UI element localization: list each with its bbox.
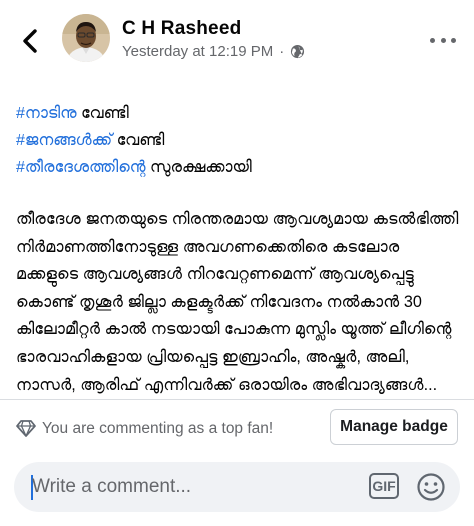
more-dot (440, 37, 446, 43)
globe-icon[interactable] (290, 44, 305, 59)
smiley-icon[interactable] (416, 472, 446, 502)
more-dot (430, 37, 435, 43)
profile-photo (62, 14, 110, 62)
hashtag-line: #ജനങ്ങൾക്ക് വേണ്ടി (16, 127, 462, 154)
top-fan-row: You are commenting as a top fan! Manage … (0, 400, 474, 456)
post-header: C H Rasheed Yesterday at 12:19 PM · (0, 0, 474, 80)
gif-button[interactable]: GIF (369, 473, 399, 499)
diamond-badge-icon (16, 420, 36, 437)
meta-separator: · (279, 43, 285, 60)
comment-input[interactable] (28, 462, 352, 512)
more-options-icon[interactable] (430, 30, 456, 50)
post-meta: Yesterday at 12:19 PM · (122, 43, 305, 60)
hashtag-block: #നാടിനു വേണ്ടി #ജനങ്ങൾക്ക് വേണ്ടി #തീരദേ… (16, 100, 462, 181)
hashtag-text: സുരക്ഷക്കായി (145, 159, 252, 176)
hashtag-line: #നാടിനു വേണ്ടി (16, 100, 462, 127)
hashtag-line: #തീരദേശത്തിന്റെ സുരക്ഷക്കായി (16, 154, 462, 181)
hashtag-link[interactable]: #നാടിനു (16, 105, 77, 122)
comment-bar: GIF (14, 462, 460, 512)
hashtag-link[interactable]: #തീരദേശത്തിന്റെ (16, 159, 146, 176)
top-fan-message: You are commenting as a top fan! (42, 420, 274, 437)
back-arrow-icon (23, 29, 37, 53)
post-timestamp[interactable]: Yesterday at 12:19 PM (122, 43, 273, 60)
hashtag-text: വേണ്ടി (76, 105, 129, 122)
hashtag-text: വേണ്ടി (112, 132, 165, 149)
author-name[interactable]: C H Rasheed (122, 18, 241, 40)
manage-badge-button[interactable]: Manage badge (330, 409, 458, 445)
avatar[interactable] (62, 14, 110, 62)
post-body-text: തീരദേശ ജനതയുടെ നിരന്തരമായ ആവശ്യമായ കടൽഭി… (16, 210, 459, 394)
hashtag-link[interactable]: #ജനങ്ങൾക്ക് (16, 132, 112, 149)
back-button[interactable] (18, 28, 42, 54)
more-dot (451, 37, 456, 43)
